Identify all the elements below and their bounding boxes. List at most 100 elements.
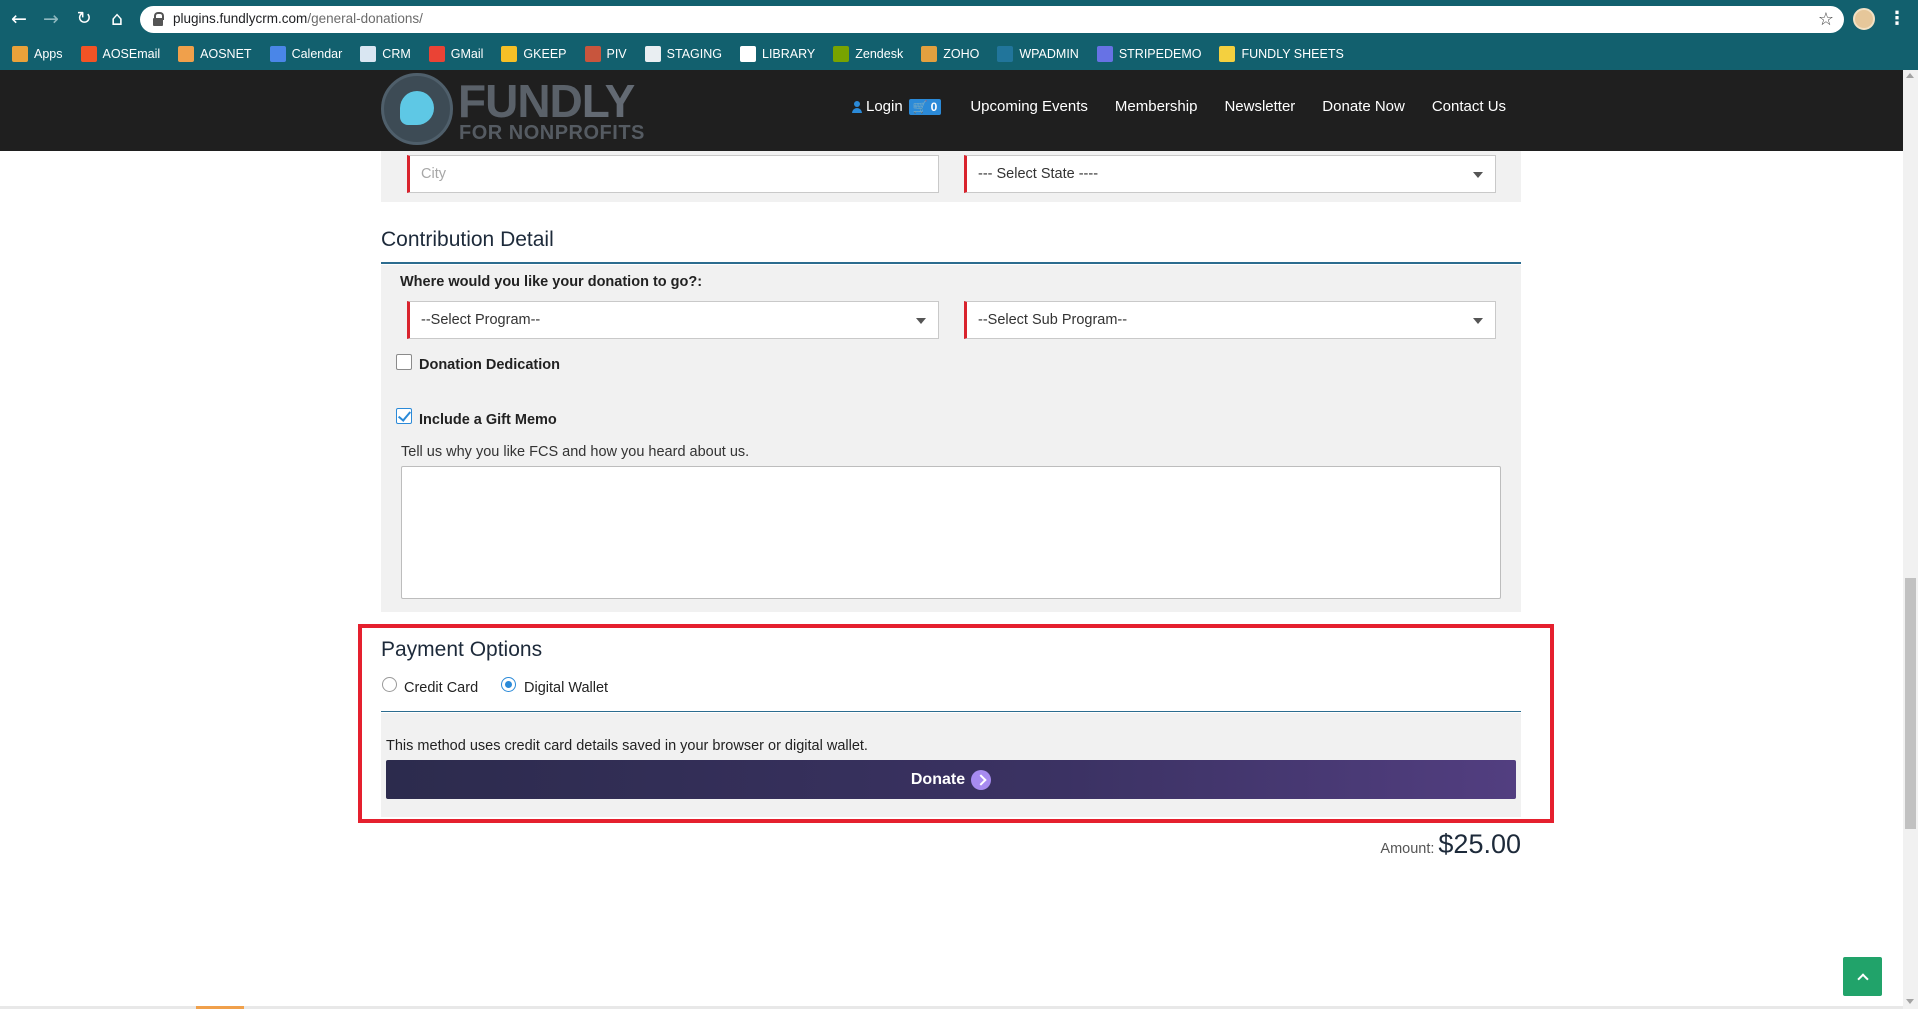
- user-icon: [852, 100, 862, 113]
- donation-dedication-label[interactable]: Donation Dedication: [419, 357, 560, 373]
- bookmark-label: GKEEP: [523, 47, 567, 61]
- bookmark-calendar[interactable]: Calendar: [269, 46, 343, 62]
- more-menu-icon[interactable]: ⋮: [1888, 8, 1906, 30]
- bookmark-label: STRIPEDEMO: [1118, 47, 1202, 61]
- bookmark-star-icon[interactable]: ☆: [1818, 9, 1834, 30]
- credit-card-label[interactable]: Credit Card: [404, 680, 478, 696]
- bookmark-zendesk[interactable]: Zendesk: [833, 46, 903, 62]
- back-arrow-icon[interactable]: ←: [8, 8, 30, 30]
- contribution-detail-title: Contribution Detail: [381, 228, 554, 251]
- wordpress-icon: [997, 46, 1014, 62]
- url-host: plugins.fundlycrm.com: [173, 11, 308, 26]
- donation-destination-question: Where would you like your donation to go…: [400, 274, 703, 290]
- logo-wordmark[interactable]: FUNDLY: [458, 74, 636, 128]
- url-text[interactable]: plugins.fundlycrm.com/general-donations/: [173, 11, 423, 26]
- bookmark-label: PIV: [606, 47, 627, 61]
- bookmark-library[interactable]: LIBRARY: [740, 46, 815, 62]
- browser-toolbar: ← → ↻ ⌂ plugins.fundlycrm.com/general-do…: [0, 0, 1918, 38]
- bookmark-label: FUNDLY SHEETS: [1241, 47, 1344, 61]
- bookmark-label: Zendesk: [855, 47, 904, 61]
- bookmark-label: Calendar: [291, 47, 343, 61]
- bookmark-label: GMail: [450, 47, 484, 61]
- page-scrollbar[interactable]: [1903, 70, 1918, 1009]
- sheets-icon: [1219, 46, 1236, 62]
- fundly-heart-logo-icon[interactable]: [381, 73, 453, 145]
- state-select[interactable]: --- Select State ----: [964, 155, 1496, 193]
- program-select-value: --Select Program--: [421, 312, 541, 328]
- donation-dedication-checkbox[interactable]: [396, 354, 412, 370]
- back-to-top-button[interactable]: [1843, 957, 1882, 996]
- forward-arrow-icon[interactable]: →: [40, 8, 62, 30]
- bookmark-label: WPADMIN: [1019, 47, 1079, 61]
- cart-badge[interactable]: 🛒 0: [908, 98, 942, 115]
- donation-amount: Amount: $25.00: [1380, 829, 1521, 860]
- nav-contact-us[interactable]: Contact Us: [1432, 98, 1506, 115]
- digital-wallet-label[interactable]: Digital Wallet: [524, 680, 608, 696]
- scroll-down-arrow-icon[interactable]: [1906, 999, 1914, 1004]
- credit-card-radio[interactable]: [382, 677, 397, 692]
- program-select[interactable]: --Select Program--: [407, 301, 939, 339]
- gift-memo-textarea[interactable]: [401, 466, 1501, 599]
- chevron-right-icon: [971, 769, 992, 790]
- scroll-up-arrow-icon[interactable]: [1906, 73, 1914, 78]
- bookmark-gkeep[interactable]: GKEEP: [501, 46, 567, 62]
- logo-main: FUND: [458, 75, 583, 127]
- chevron-down-icon: [1473, 172, 1483, 178]
- library-icon: [740, 46, 756, 62]
- lock-icon: [153, 12, 164, 26]
- bookmark-stripedemo[interactable]: STRIPEDEMO: [1096, 46, 1202, 62]
- login-link[interactable]: Login 🛒 0: [852, 98, 942, 115]
- chevron-down-icon: [916, 318, 926, 324]
- bookmark-fundly-sheets[interactable]: FUNDLY SHEETS: [1219, 46, 1344, 62]
- sub-program-select-value: --Select Sub Program--: [978, 312, 1128, 328]
- bookmark-label: AOSNET: [200, 47, 252, 61]
- gift-memo-label[interactable]: Include a Gift Memo: [419, 412, 557, 428]
- city-placeholder: City: [421, 166, 446, 182]
- profile-avatar[interactable]: [1853, 8, 1875, 30]
- home-icon[interactable]: ⌂: [106, 8, 128, 30]
- bookmark-zoho[interactable]: ZOHO: [921, 46, 979, 62]
- bookmark-gmail[interactable]: GMail: [428, 46, 484, 62]
- bookmark-crm[interactable]: CRM: [360, 46, 411, 62]
- bookmark-staging[interactable]: STAGING: [644, 46, 722, 62]
- gift-memo-checkbox[interactable]: [396, 408, 412, 424]
- gift-memo-prompt: Tell us why you like FCS and how you hea…: [401, 444, 750, 460]
- bookmark-label: STAGING: [666, 47, 722, 61]
- bookmark-aosemail[interactable]: AOSEmail: [80, 46, 161, 62]
- bookmark-wpadmin[interactable]: WPADMIN: [997, 46, 1079, 62]
- document-icon: [360, 46, 377, 62]
- amount-label: Amount:: [1380, 841, 1435, 857]
- folder-icon: [178, 46, 195, 62]
- piv-icon: [584, 46, 601, 62]
- section-divider: [381, 262, 1521, 264]
- chevron-down-icon: [1473, 318, 1483, 324]
- reload-icon[interactable]: ↻: [73, 8, 95, 30]
- stripe-icon: [1096, 46, 1113, 62]
- bookmark-label: AOSEmail: [102, 47, 161, 61]
- nav-donate-now[interactable]: Donate Now: [1322, 98, 1405, 115]
- keep-icon: [501, 46, 518, 62]
- logo-tagline: FOR NONPROFITS: [459, 122, 645, 144]
- digital-wallet-radio[interactable]: [501, 677, 516, 692]
- nav-upcoming-events[interactable]: Upcoming Events: [970, 98, 1088, 115]
- sub-program-select[interactable]: --Select Sub Program--: [964, 301, 1496, 339]
- calendar-icon: [269, 46, 286, 62]
- donate-button-label: Donate: [910, 770, 966, 788]
- main-navigation: Login 🛒 0 Upcoming Events Membership News…: [852, 98, 1533, 115]
- address-bar[interactable]: plugins.fundlycrm.com/general-donations/…: [140, 6, 1844, 33]
- windows-logo-icon: [80, 46, 97, 62]
- donate-button[interactable]: Donate: [386, 760, 1516, 799]
- bookmark-label: ZOHO: [943, 47, 980, 61]
- state-select-value: --- Select State ----: [978, 166, 1099, 182]
- nav-newsletter[interactable]: Newsletter: [1224, 98, 1295, 115]
- city-input[interactable]: City: [407, 155, 939, 193]
- bookmark-piv[interactable]: PIV: [584, 46, 627, 62]
- nav-membership[interactable]: Membership: [1115, 98, 1198, 115]
- shopping-cart-icon: 🛒: [912, 99, 928, 114]
- scrollbar-thumb[interactable]: [1905, 578, 1916, 829]
- bookmark-apps[interactable]: Apps: [12, 46, 63, 62]
- logo-accent: LY: [581, 75, 636, 127]
- payment-options-title: Payment Options: [381, 638, 543, 661]
- bookmark-aosnet[interactable]: AOSNET: [178, 46, 252, 62]
- bookmark-label: CRM: [382, 47, 411, 61]
